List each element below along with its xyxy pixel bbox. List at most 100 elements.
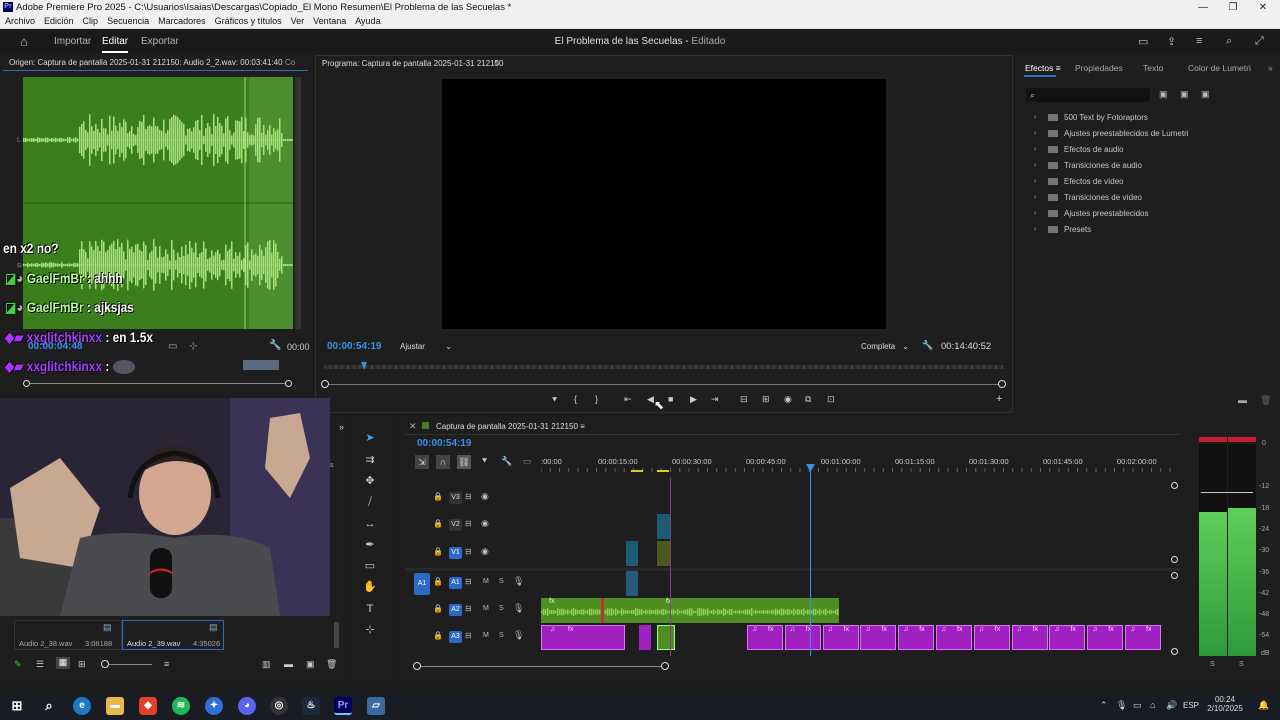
clock[interactable]: 00:24 2/10/2025 — [1205, 695, 1245, 713]
menu-secuencia[interactable]: Secuencia — [102, 15, 153, 26]
bin-zoom-handle[interactable] — [101, 660, 109, 668]
mute-button[interactable]: M — [483, 632, 489, 639]
captions-icon[interactable]: ▭ — [523, 456, 532, 467]
eye-icon[interactable]: ◉ — [481, 546, 489, 557]
tray-overflow-icon[interactable]: ⌃ — [1100, 700, 1108, 711]
notifications-icon[interactable]: 🔔 — [1258, 700, 1269, 711]
compare-view-icon[interactable]: ⧉ — [805, 394, 811, 405]
source-next-tab[interactable]: Co — [285, 58, 295, 67]
search-icon[interactable]: ⌕ — [40, 697, 58, 715]
effect-folder-video-effects[interactable]: › Efectos de vídeo — [1034, 177, 1124, 186]
insert-icon[interactable]: ⊟ — [740, 394, 748, 405]
track-label-v3[interactable]: V3 — [449, 492, 462, 504]
program-scrub-bar[interactable] — [324, 365, 1004, 369]
bin-scrollbar[interactable] — [334, 622, 339, 648]
voiceover-mic-icon[interactable]: 🎙 — [513, 576, 524, 587]
lock-icon[interactable]: 🔒 — [433, 492, 443, 501]
audio-clip-a3[interactable]: ♫ fx — [1011, 625, 1048, 650]
lock-icon[interactable]: 🔒 — [433, 519, 443, 528]
sync-lock-icon[interactable]: ⊟ — [465, 631, 472, 640]
mark-out-icon[interactable]: } — [595, 394, 598, 404]
audio-clip-a3[interactable]: ♫ fx — [973, 625, 1010, 650]
stop-icon[interactable]: ■ — [668, 394, 673, 404]
meter-solo-left[interactable]: S — [1210, 661, 1215, 668]
spotify-icon[interactable]: ≋ — [172, 697, 190, 715]
icon-view-icon[interactable]: ▦ — [56, 657, 70, 669]
premiere-taskbar-icon[interactable]: Pr — [334, 697, 352, 715]
audio-waveform[interactable] — [23, 77, 293, 329]
accelerated-effects-icon[interactable]: ▣ — [1159, 89, 1168, 100]
new-bin-icon[interactable]: ▬ — [1238, 395, 1247, 405]
automate-icon[interactable]: ▥ — [262, 659, 271, 670]
obs-icon[interactable]: ◎ — [270, 697, 288, 715]
audio-clip-a3[interactable]: ♫ fx — [784, 625, 821, 650]
32bit-effects-icon[interactable]: ▣ — [1180, 89, 1189, 100]
voiceover-mic-icon[interactable]: 🎙 — [513, 603, 524, 614]
effects-search-input[interactable]: ⌕ — [1026, 88, 1150, 102]
pencil-icon[interactable]: ✎ — [14, 659, 22, 670]
source-marker-icon[interactable]: ▭ — [168, 341, 177, 352]
windows-start-icon[interactable]: ⊞ — [8, 697, 26, 715]
app-icon-window[interactable]: ▱ — [367, 697, 385, 715]
solo-button[interactable]: S — [499, 578, 504, 585]
video-clip[interactable] — [657, 514, 671, 539]
caption-tool-icon[interactable]: ⊹ — [362, 622, 378, 638]
sync-lock-icon[interactable]: ⊟ — [465, 547, 472, 556]
type-tool-icon[interactable]: T — [362, 601, 378, 617]
sequence-tab[interactable]: Captura de pantalla 2025-01-31 212150 ≡ — [436, 422, 585, 431]
lock-icon[interactable]: 🔒 — [433, 577, 443, 586]
vr-view-icon[interactable]: ⊡ — [827, 394, 835, 405]
menu-archivo[interactable]: Archivo — [0, 15, 39, 26]
discord-icon[interactable]: ◕ — [238, 697, 256, 715]
audio-clip-a3[interactable]: ♫ fx — [541, 625, 625, 650]
slip-tool-icon[interactable]: ↔ — [362, 516, 378, 532]
video-scroll-handle[interactable] — [1171, 556, 1178, 563]
tab-efectos[interactable]: Efectos ≡ — [1025, 63, 1061, 73]
eye-icon[interactable]: ◉ — [481, 518, 489, 529]
solo-button[interactable]: S — [499, 632, 504, 639]
audio-scroll-handle[interactable] — [1171, 572, 1178, 579]
effect-folder-audio-transitions[interactable]: › Transiciones de audio — [1034, 161, 1142, 170]
effect-folder-presets-es[interactable]: › Ajustes preestablecidos — [1034, 209, 1149, 218]
tab-texto[interactable]: Texto — [1143, 63, 1163, 73]
audio-clip-a3[interactable]: ♫ fx — [936, 625, 972, 650]
sync-lock-icon[interactable]: ⊟ — [465, 519, 472, 528]
menu-graficos[interactable]: Gráficos y títulos — [210, 15, 286, 26]
program-title[interactable]: Programa: Captura de pantalla 2025-01-31… — [322, 59, 503, 68]
app-icon-blue[interactable]: ✦ — [205, 697, 223, 715]
lock-icon[interactable]: 🔒 — [433, 631, 443, 640]
audio-clip-a3[interactable]: ♫ fx — [1087, 625, 1124, 650]
audio-clip-a3[interactable]: ♫ fx — [1049, 625, 1086, 650]
trash-icon[interactable]: 🗑 — [326, 659, 337, 670]
timeline-zoom-handle-left[interactable] — [413, 662, 421, 670]
menu-ventana[interactable]: Ventana — [308, 15, 350, 26]
tools-expand-icon[interactable]: » — [339, 422, 344, 432]
rectangle-tool-icon[interactable]: ▭ — [362, 558, 378, 574]
fit-dropdown[interactable]: Ajustar ⌄ — [396, 339, 456, 353]
new-bin-icon[interactable]: ▬ — [284, 659, 293, 669]
menu-clip[interactable]: Clip — [78, 15, 103, 26]
menu-edicion[interactable]: Edición — [39, 15, 78, 26]
workspaces-icon[interactable]: ≡ — [1196, 35, 1202, 47]
panel-layout-icon[interactable]: ▭ — [1138, 35, 1148, 48]
lock-icon[interactable]: 🔒 — [433, 604, 443, 613]
step-back-icon[interactable]: ◀ — [647, 394, 654, 405]
restore-icon[interactable]: ❐ — [1218, 0, 1248, 15]
panel-overflow-icon[interactable]: » — [1268, 63, 1273, 73]
menu-ayuda[interactable]: Ayuda — [350, 15, 384, 26]
go-to-out-icon[interactable]: ⇥ — [711, 394, 719, 405]
bin-item-audio-38[interactable]: ▤ Audio 2_38.wav 3:08188 — [14, 620, 122, 650]
audio-clip-a3[interactable] — [639, 625, 651, 650]
program-zoom-handle-left[interactable] — [321, 380, 329, 388]
trash-icon[interactable]: 🗑 — [1260, 395, 1271, 406]
timeline-settings-icon[interactable]: 🔧 — [501, 456, 512, 467]
steam-icon[interactable]: ♨ — [302, 697, 320, 715]
source-zoom-handle-left[interactable] — [23, 380, 30, 387]
audio-clip-a2[interactable]: fx fx — [541, 598, 839, 623]
program-timecode[interactable]: 00:00:54:19 — [327, 341, 381, 352]
voiceover-mic-icon[interactable]: 🎙 — [513, 630, 524, 641]
sync-lock-icon[interactable]: ⊟ — [465, 492, 472, 501]
microphone-icon[interactable]: 🎙 — [1116, 700, 1127, 711]
hand-tool-icon[interactable]: ✋ — [362, 579, 378, 595]
effect-folder-audio-effects[interactable]: › Efectos de audio — [1034, 145, 1124, 154]
